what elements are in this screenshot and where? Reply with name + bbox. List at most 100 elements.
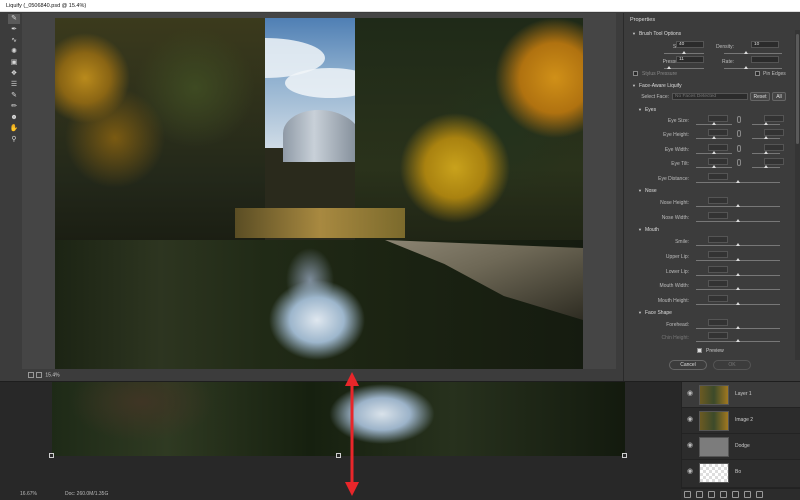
face-tool-icon[interactable]: ☻ — [8, 113, 20, 123]
layer-row[interactable]: ◉ Dodge — [682, 434, 800, 460]
slider-value-field[interactable] — [708, 173, 728, 180]
rate-input[interactable] — [751, 56, 779, 63]
mouth-section[interactable]: Mouth — [638, 227, 659, 233]
reset-button[interactable]: Reset — [750, 92, 770, 101]
face-slider[interactable] — [696, 136, 732, 139]
trash-icon[interactable] — [756, 491, 763, 498]
slider-value-field[interactable] — [708, 332, 728, 339]
slider-value-field[interactable] — [708, 251, 728, 258]
pressure-slider[interactable] — [664, 66, 704, 69]
zoom-value[interactable]: 15.4% — [45, 372, 59, 378]
zoom-out-icon[interactable] — [28, 372, 34, 378]
forward-warp-tool-icon[interactable]: ✎ — [8, 14, 20, 24]
smooth-tool-icon[interactable]: ∿ — [8, 36, 20, 46]
face-slider[interactable] — [696, 243, 780, 246]
layer-row[interactable]: ◉ Image 2 — [682, 408, 800, 434]
face-slider[interactable] — [696, 258, 780, 261]
face-slider[interactable] — [696, 273, 780, 276]
transform-handle[interactable] — [49, 453, 54, 458]
face-slider[interactable] — [752, 151, 780, 154]
link-layers-icon[interactable] — [684, 491, 691, 498]
face-slider[interactable] — [696, 204, 780, 207]
reconstruct-tool-icon[interactable]: ✒ — [8, 25, 20, 35]
face-slider[interactable] — [696, 287, 780, 290]
link-icon[interactable] — [737, 130, 741, 137]
slider-value-field[interactable] — [708, 236, 728, 243]
layer-row[interactable]: ◉ Layer 1 — [682, 382, 800, 408]
pin-edges-checkbox[interactable] — [755, 71, 760, 76]
slider-value-field[interactable] — [708, 129, 728, 136]
face-slider[interactable] — [696, 326, 780, 329]
brush-options-section[interactable]: Brush Tool Options — [632, 31, 681, 37]
slider-value-field[interactable] — [708, 266, 728, 273]
face-slider[interactable] — [696, 122, 732, 125]
face-aware-section[interactable]: Face-Aware Liquify — [632, 83, 682, 89]
adjustment-icon[interactable] — [720, 491, 727, 498]
slider-value-field[interactable] — [764, 158, 784, 165]
density-slider[interactable] — [724, 51, 782, 54]
transform-handle[interactable] — [622, 453, 627, 458]
slider-value-field[interactable] — [708, 158, 728, 165]
slider-value-field[interactable] — [764, 129, 784, 136]
mask-icon[interactable] — [708, 491, 715, 498]
density-input[interactable]: 10 — [751, 41, 779, 48]
face-slider[interactable] — [752, 136, 780, 139]
eyes-section[interactable]: Eyes — [638, 107, 656, 113]
rate-slider[interactable] — [724, 66, 782, 69]
cancel-button[interactable]: Cancel — [669, 360, 707, 370]
new-layer-icon[interactable] — [744, 491, 751, 498]
layer-row[interactable]: ◉ Bo — [682, 460, 800, 488]
stylus-checkbox[interactable] — [633, 71, 638, 76]
twirl-tool-icon[interactable]: ✺ — [8, 47, 20, 57]
eye-height-label: Eye Height: — [663, 132, 689, 138]
preview-checkbox[interactable] — [697, 348, 702, 353]
face-slider[interactable] — [696, 151, 732, 154]
push-left-tool-icon[interactable]: ☰ — [8, 80, 20, 90]
eye-icon[interactable]: ◉ — [687, 442, 695, 449]
face-slider[interactable] — [752, 122, 780, 125]
thaw-mask-tool-icon[interactable]: ✏ — [8, 102, 20, 112]
face-shape-section[interactable]: Face Shape — [638, 310, 672, 316]
transform-handle[interactable] — [336, 453, 341, 458]
ok-button[interactable]: OK — [713, 360, 751, 370]
bloat-tool-icon[interactable]: ❖ — [8, 69, 20, 79]
link-icon[interactable] — [737, 116, 741, 123]
folder-icon[interactable] — [732, 491, 739, 498]
eye-icon[interactable]: ◉ — [687, 390, 695, 397]
size-slider[interactable] — [664, 51, 704, 54]
face-slider[interactable] — [752, 165, 780, 168]
hand-tool-icon[interactable]: ✋ — [8, 124, 20, 134]
layers-panel: ◉ Layer 1 ◉ Image 2 ◉ Dodge ◉ Bo — [681, 382, 800, 500]
slider-value-field[interactable] — [708, 295, 728, 302]
zoom-tool-icon[interactable]: ⚲ — [8, 135, 20, 145]
face-slider[interactable] — [696, 219, 780, 222]
properties-scrollbar[interactable] — [795, 30, 800, 360]
slider-value-field[interactable] — [708, 144, 728, 151]
slider-value-field[interactable] — [764, 115, 784, 122]
freeze-mask-tool-icon[interactable]: ✎ — [8, 91, 20, 101]
select-face-dropdown[interactable]: No Faces Detected — [672, 93, 748, 100]
face-slider[interactable] — [696, 339, 780, 342]
slider-value-field[interactable] — [764, 144, 784, 151]
status-bar: 16.67% Doc: 260.0M/1.35G — [0, 488, 681, 500]
landscape-photo[interactable] — [55, 18, 583, 369]
slider-value-field[interactable] — [708, 115, 728, 122]
slider-value-field[interactable] — [708, 212, 728, 219]
all-button[interactable]: All — [772, 92, 786, 101]
fx-icon[interactable] — [696, 491, 703, 498]
slider-value-field[interactable] — [708, 280, 728, 287]
eye-icon[interactable]: ◉ — [687, 416, 695, 423]
pucker-tool-icon[interactable]: ▣ — [8, 58, 20, 68]
status-zoom[interactable]: 16.67% — [20, 491, 37, 497]
slider-value-field[interactable] — [708, 319, 728, 326]
zoom-in-icon[interactable] — [36, 372, 42, 378]
link-icon[interactable] — [737, 145, 741, 152]
link-icon[interactable] — [737, 159, 741, 166]
slider-value-field[interactable] — [708, 197, 728, 204]
properties-panel: Properties Brush Tool Options Size: 40 D… — [623, 13, 800, 381]
face-slider[interactable] — [696, 165, 732, 168]
eye-icon[interactable]: ◉ — [687, 468, 695, 475]
nose-section[interactable]: Nose — [638, 188, 657, 194]
face-slider[interactable] — [696, 180, 780, 183]
face-slider[interactable] — [696, 302, 780, 305]
